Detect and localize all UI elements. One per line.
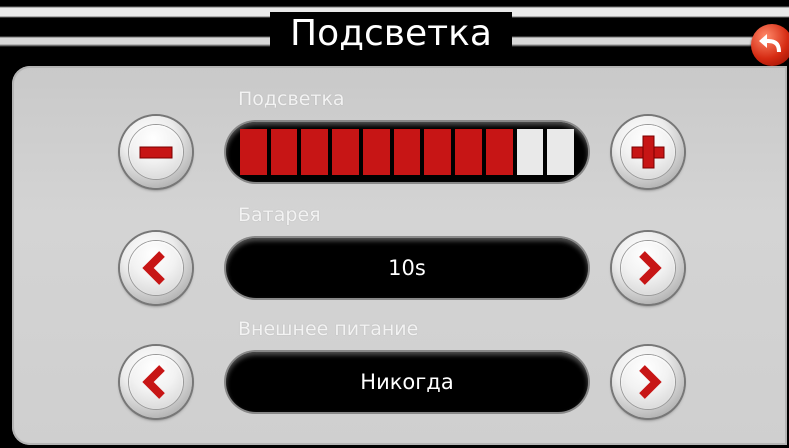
battery-timeout-value: 10s: [388, 256, 426, 280]
backlight-segment: [240, 129, 267, 175]
external-power-label: Внешнее питание: [238, 318, 419, 340]
backlight-segment: [332, 129, 359, 175]
backlight-segment: [485, 129, 513, 175]
back-arrow-icon: [759, 34, 781, 52]
page-title: Подсветка: [290, 13, 492, 54]
backlight-segment: [362, 129, 390, 175]
battery-timeout-field[interactable]: 10s: [226, 238, 588, 298]
backlight-segment: [424, 129, 452, 175]
external-power-timeout-field[interactable]: Никогда: [226, 352, 588, 412]
backlight-segment: [547, 129, 575, 175]
external-power-prev-button[interactable]: [120, 346, 192, 418]
backlight-segment: [393, 129, 421, 175]
battery-label: Батарея: [238, 204, 321, 226]
chevron-left-icon: [142, 251, 165, 285]
battery-next-button[interactable]: [612, 232, 684, 304]
plus-icon: [631, 135, 665, 169]
backlight-increase-button[interactable]: [612, 116, 684, 188]
chevron-right-icon: [639, 365, 662, 399]
minus-icon: [139, 146, 173, 159]
backlight-segments: [240, 129, 575, 175]
backlight-decrease-button[interactable]: [120, 116, 192, 188]
backlight-label: Подсветка: [238, 88, 345, 110]
backlight-segment: [301, 129, 329, 175]
back-button[interactable]: [751, 24, 789, 66]
external-power-timeout-value: Никогда: [360, 370, 454, 394]
backlight-segment: [270, 129, 298, 175]
backlight-segment: [455, 129, 482, 175]
external-power-next-button[interactable]: [612, 346, 684, 418]
chevron-right-icon: [639, 251, 662, 285]
backlight-segment: [516, 129, 544, 175]
battery-prev-button[interactable]: [120, 232, 192, 304]
chevron-left-icon: [142, 365, 165, 399]
